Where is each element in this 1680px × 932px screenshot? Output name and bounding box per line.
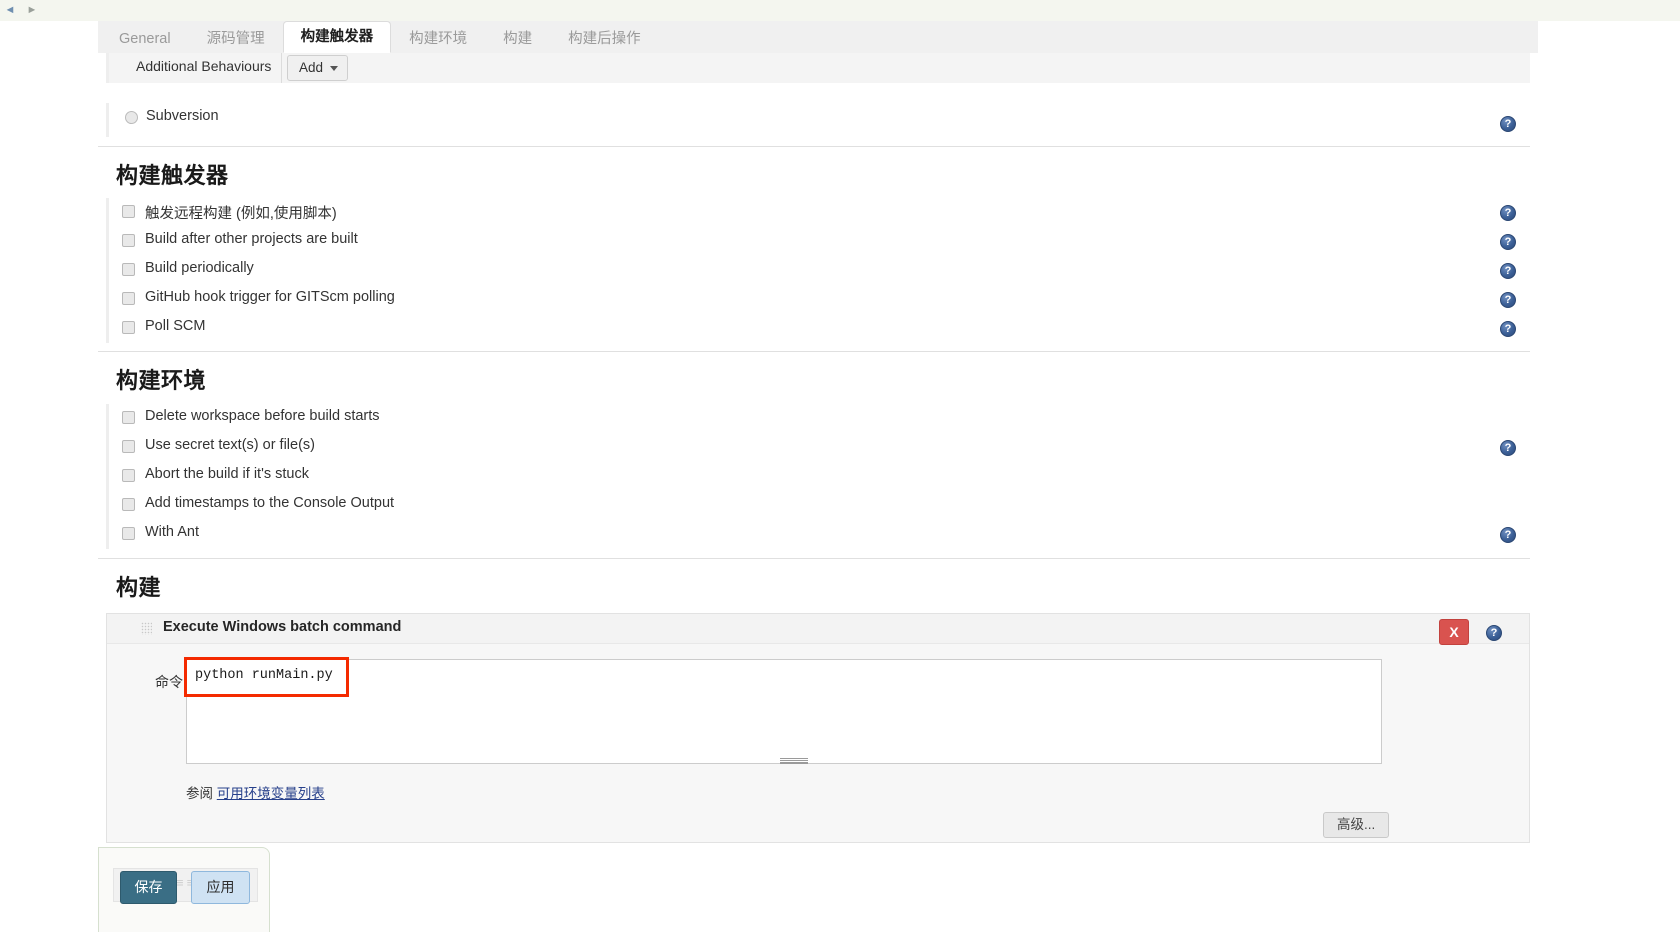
- build-environment-row: Use secret text(s) or file(s): [109, 433, 1530, 462]
- checkbox-build-trigger-3[interactable]: [122, 263, 135, 276]
- jenkins-job-config-page: ◄ ► General 源码管理 构建触发器 构建环境 构建 构建后操作 Addition…: [0, 0, 1680, 932]
- build-trigger-label-2: Build after other projects are built: [145, 231, 358, 247]
- checkbox-build-environment-5[interactable]: [122, 527, 135, 540]
- radio-unselected-icon[interactable]: [125, 111, 138, 124]
- section-title-build-triggers: 构建触发器: [116, 163, 229, 188]
- tab-4[interactable]: 构建环境: [391, 24, 485, 53]
- tab-1[interactable]: General: [98, 24, 189, 53]
- build-environment-row: Add timestamps to the Console Output: [109, 491, 1530, 520]
- build-trigger-row: Build after other projects are built: [109, 227, 1530, 256]
- build-trigger-row: 触发远程构建 (例如,使用脚本): [109, 198, 1530, 227]
- build-environment-row: With Ant: [109, 520, 1530, 549]
- back-arrow-icon[interactable]: ◄: [4, 4, 16, 16]
- build-trigger-label-3: Build periodically: [145, 260, 254, 276]
- form-action-bar: ≡≡ 保存 应用: [98, 847, 270, 932]
- builder-title: Execute Windows batch command: [163, 619, 402, 635]
- see-also-row: 参阅 可用环境变量列表: [186, 782, 325, 802]
- build-environment-row: Abort the build if it's stuck: [109, 462, 1530, 491]
- build-environment-checkbox-group: Delete workspace before build starts Use …: [106, 404, 1530, 549]
- command-field-label: 命令: [155, 674, 183, 690]
- help-icon-build-trigger-3[interactable]: ?: [1500, 263, 1516, 279]
- build-environment-label-1: Delete workspace before build starts: [145, 408, 380, 424]
- help-icon-build-trigger-5[interactable]: ?: [1500, 321, 1516, 337]
- add-behaviour-label: Add: [299, 60, 324, 75]
- forward-arrow-icon[interactable]: ►: [26, 4, 38, 16]
- additional-behaviours-label: Additional Behaviours: [136, 58, 272, 74]
- build-trigger-row: Build periodically: [109, 256, 1530, 285]
- see-also-prefix: 参阅: [186, 786, 213, 801]
- add-behaviour-button[interactable]: Add: [287, 55, 349, 81]
- browser-chrome-strip: ◄ ►: [0, 0, 1680, 22]
- section-title-build-environment: 构建环境: [116, 368, 207, 393]
- checkbox-build-environment-2[interactable]: [122, 440, 135, 453]
- help-icon-build-trigger-2[interactable]: ?: [1500, 234, 1516, 250]
- resize-grip-icon[interactable]: [780, 758, 808, 764]
- page-body: General 源码管理 构建触发器 构建环境 构建 构建后操作 Additional B…: [0, 21, 1680, 932]
- config-form-content: Additional Behaviours Add Subversion ? 构…: [98, 53, 1538, 932]
- help-icon-build-trigger-1[interactable]: ?: [1500, 205, 1516, 221]
- build-environment-row: Delete workspace before build starts: [109, 404, 1530, 433]
- build-environment-label-4: Add timestamps to the Console Output: [145, 495, 395, 511]
- build-environment-label-5: With Ant: [145, 524, 199, 540]
- checkbox-build-trigger-1[interactable]: [122, 205, 135, 218]
- build-environment-label-2: Use secret text(s) or file(s): [145, 437, 315, 453]
- checkbox-build-environment-1[interactable]: [122, 411, 135, 424]
- save-button[interactable]: 保存: [120, 871, 177, 904]
- section-title-build: 构建: [116, 575, 162, 600]
- chevron-down-icon: [330, 65, 339, 71]
- toolbar-divider: [281, 53, 282, 83]
- build-environment-label-3: Abort the build if it's stuck: [145, 466, 309, 482]
- build-triggers-checkbox-group: 触发远程构建 (例如,使用脚本) Build after other projec…: [106, 198, 1530, 343]
- tab-6[interactable]: 构建后操作: [550, 24, 659, 53]
- command-textarea[interactable]: [186, 659, 1382, 764]
- config-tabs: General 源码管理 构建触发器 构建环境 构建 构建后操作: [98, 21, 659, 53]
- section-divider-build-environment: [98, 351, 1530, 352]
- build-trigger-row: Poll SCM: [109, 314, 1530, 343]
- scm-option-subversion-row: Subversion: [106, 103, 1530, 137]
- help-icon-builder[interactable]: ?: [1486, 625, 1502, 641]
- left-gutter: [0, 21, 98, 932]
- env-variables-link[interactable]: 可用环境变量列表: [217, 786, 325, 801]
- section-divider-build-triggers: [98, 146, 1530, 147]
- tab-2[interactable]: 源码管理: [189, 24, 283, 53]
- checkbox-build-environment-3[interactable]: [122, 469, 135, 482]
- help-icon-build-trigger-4[interactable]: ?: [1500, 292, 1516, 308]
- build-trigger-label-5: Poll SCM: [145, 318, 206, 334]
- right-gutter: [1538, 21, 1680, 932]
- checkbox-build-environment-4[interactable]: [122, 498, 135, 511]
- drag-handle-icon[interactable]: [141, 622, 152, 635]
- help-icon-build-environment-2[interactable]: ?: [1500, 440, 1516, 456]
- apply-button[interactable]: 应用: [191, 871, 250, 904]
- tab-5[interactable]: 构建: [485, 24, 550, 53]
- checkbox-build-trigger-5[interactable]: [122, 321, 135, 334]
- help-icon-subversion[interactable]: ?: [1500, 116, 1516, 132]
- advanced-button[interactable]: 高级...: [1323, 812, 1390, 838]
- additional-behaviours-row: Additional Behaviours Add: [106, 53, 1530, 83]
- checkbox-build-trigger-2[interactable]: [122, 234, 135, 247]
- delete-builder-button[interactable]: X: [1439, 619, 1469, 645]
- config-tab-bar: General 源码管理 构建触发器 构建环境 构建 构建后操作: [98, 21, 1538, 54]
- builder-execute-windows-batch: Execute Windows batch command 命令 参阅 可用环境…: [106, 613, 1530, 843]
- build-trigger-label-1: 触发远程构建 (例如,使用脚本): [145, 206, 337, 222]
- build-trigger-label-4: GitHub hook trigger for GITScm polling: [145, 289, 395, 305]
- checkbox-build-trigger-4[interactable]: [122, 292, 135, 305]
- scm-option-subversion-label: Subversion: [146, 108, 219, 124]
- tab-3[interactable]: 构建触发器: [282, 21, 392, 53]
- build-trigger-row: GitHub hook trigger for GITScm polling: [109, 285, 1530, 314]
- help-icon-build-environment-5[interactable]: ?: [1500, 527, 1516, 543]
- builder-header: Execute Windows batch command: [107, 614, 1529, 644]
- section-divider-build: [98, 558, 1530, 559]
